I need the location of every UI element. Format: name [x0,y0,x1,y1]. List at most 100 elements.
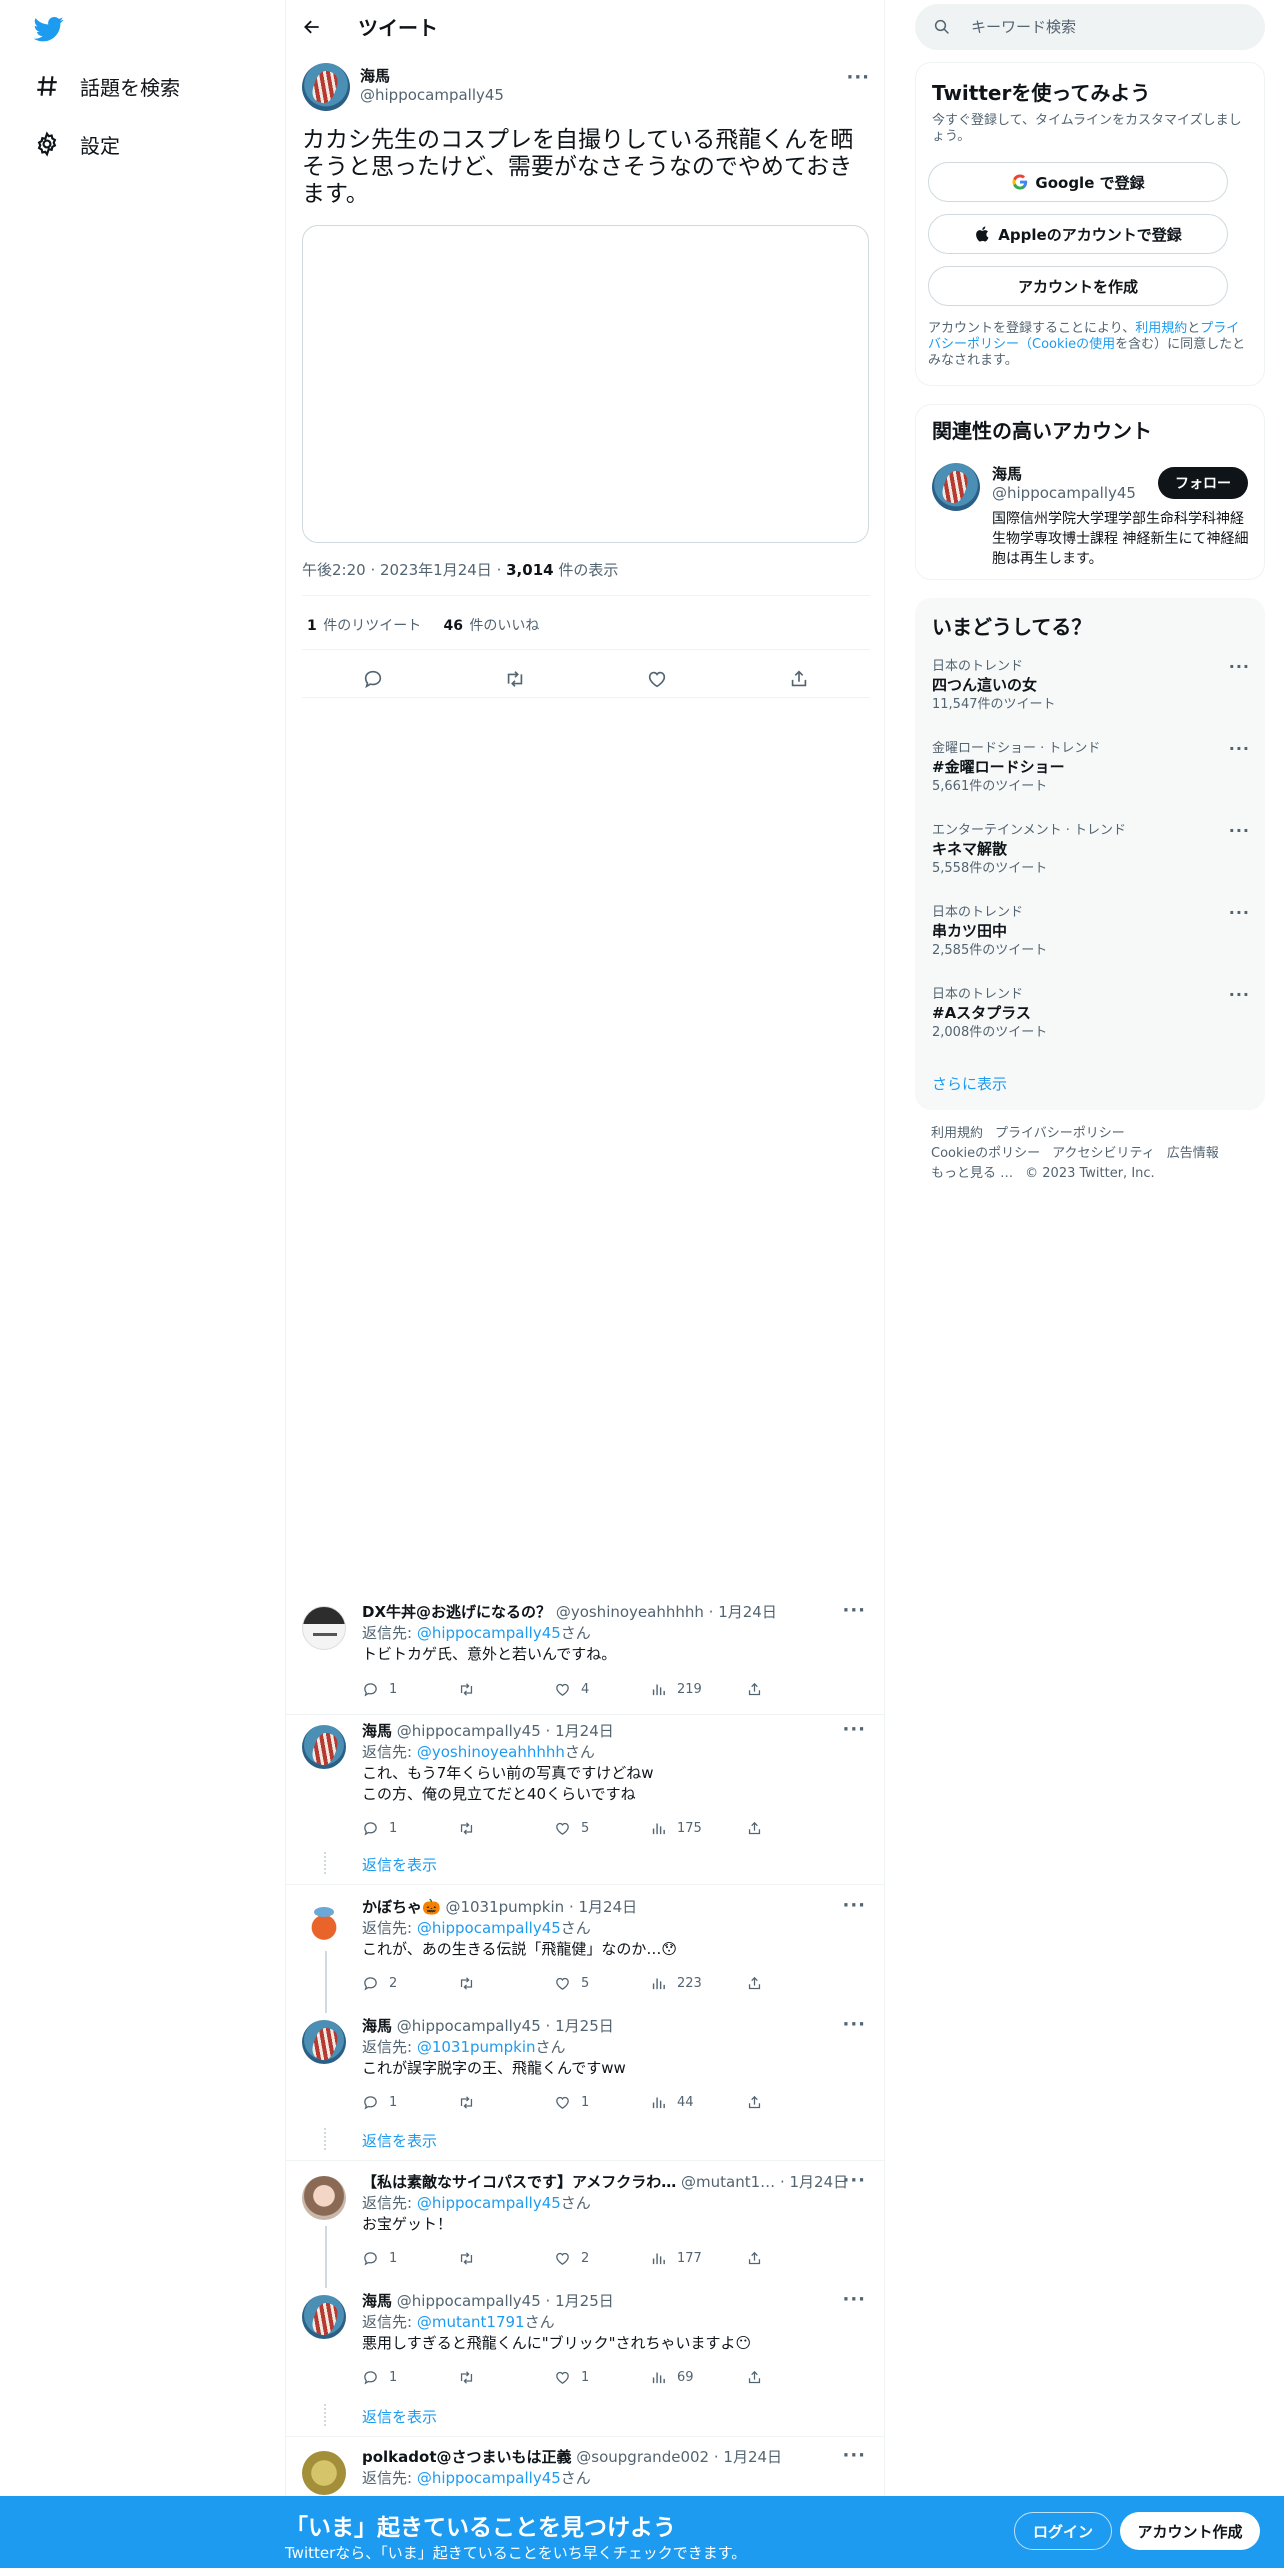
more-options-icon[interactable]: ··· [842,2289,866,2310]
nav-explore[interactable]: 話題を検索 [34,66,180,106]
apple-signup-button[interactable]: Appleのアカウントで登録 [928,214,1228,254]
reply-date[interactable]: 1月25日 [555,2017,614,2035]
avatar[interactable] [302,1725,346,1769]
related-name[interactable]: 海馬 [992,463,1022,484]
show-replies-link[interactable]: 返信を表示 [362,1854,437,1875]
reply-date[interactable]: 1月24日 [555,1722,614,1740]
reply-date[interactable]: 1月25日 [555,2292,614,2310]
share-button[interactable] [746,1820,773,1837]
views-button[interactable]: 69 [650,2369,746,2386]
more-options-icon[interactable]: ··· [1229,657,1250,676]
reply-author-name[interactable]: polkadot@さつまいもは正義 [362,2448,572,2466]
google-signup-button[interactable]: Google で登録 [928,162,1228,202]
reply-to-link[interactable]: @hippocampally45 [417,2469,561,2487]
footer-privacy[interactable]: プライバシーポリシー [995,1126,1125,1141]
trend-item[interactable]: 日本のトレンド #Aスタプラス 2,008件のツイート ··· [932,985,1250,1041]
more-options-icon[interactable]: ··· [842,1600,866,1621]
more-options-icon[interactable]: ··· [842,2170,866,2191]
likes-stat[interactable]: 46 件のいいね [443,618,539,634]
like-button[interactable]: 5 [554,1975,650,1992]
reply-author-handle[interactable]: @mutant1… [681,2173,775,2191]
reply-author-handle[interactable]: @1031pumpkin [445,1898,564,1916]
avatar[interactable] [302,63,350,111]
tweet-author[interactable]: 海馬 @hippocampally45 [302,63,504,111]
avatar[interactable] [302,2176,346,2220]
avatar[interactable] [302,2295,346,2339]
reply-button[interactable]: 1 [362,2250,458,2267]
retweet-button[interactable] [458,1820,554,1837]
like-button[interactable]: 2 [554,2250,650,2267]
retweet-button[interactable] [458,2250,554,2267]
reply-date[interactable]: 1月24日 [579,1898,638,1916]
tweet-date[interactable]: 2023年1月24日 [380,561,492,579]
signup-button[interactable]: アカウント作成 [1120,2512,1260,2550]
reply-button[interactable]: 1 [362,2094,458,2111]
reply-author-name[interactable]: かぼちゃ🎃 [362,1898,441,1916]
author-handle[interactable]: @hippocampally45 [360,85,504,105]
retweet-icon[interactable] [504,668,526,690]
more-options-icon[interactable]: ··· [1229,739,1250,758]
retweet-button[interactable] [458,1975,554,1992]
reply-author-handle[interactable]: @yoshinoyeahhhhh [556,1603,704,1621]
like-icon[interactable] [646,668,668,690]
reply-date[interactable]: 1月24日 [790,2173,849,2191]
tweet-media[interactable] [302,225,869,543]
create-account-button[interactable]: アカウントを作成 [928,266,1228,306]
reply-author-handle[interactable]: @hippocampally45 [397,2017,541,2035]
share-button[interactable] [746,2369,773,2386]
avatar[interactable] [302,1606,346,1650]
search-input[interactable] [971,18,1231,36]
reply-author-handle[interactable]: @hippocampally45 [397,1722,541,1740]
reply-to-link[interactable]: @yoshinoyeahhhhh [417,1743,565,1761]
like-button[interactable]: 1 [554,2369,650,2386]
reply-author-name[interactable]: 海馬 [362,2017,392,2035]
search-box[interactable] [915,4,1265,50]
retweet-button[interactable] [458,2094,554,2111]
reply-author-name[interactable]: 海馬 [362,2292,392,2310]
retweets-stat[interactable]: 1 件のリツイート [307,618,421,634]
views-button[interactable]: 219 [650,1681,746,1698]
author-name[interactable]: 海馬 [360,67,504,85]
reply-to-link[interactable]: @1031pumpkin [417,2038,536,2056]
share-button[interactable] [746,1681,773,1698]
share-button[interactable] [746,2250,773,2267]
back-arrow-icon[interactable] [302,17,322,37]
trend-item[interactable]: エンターテインメント · トレンド キネマ解散 5,558件のツイート ··· [932,821,1250,877]
like-button[interactable]: 4 [554,1681,650,1698]
reply-button[interactable]: 2 [362,1975,458,1992]
reply-button[interactable]: 1 [362,1820,458,1837]
reply-button[interactable]: 1 [362,2369,458,2386]
footer-terms[interactable]: 利用規約 [931,1126,983,1141]
trend-item[interactable]: 金曜ロードショー · トレンド #金曜ロードショー 5,661件のツイート ··… [932,739,1250,795]
login-button[interactable]: ログイン [1014,2512,1112,2550]
avatar[interactable] [302,1901,346,1945]
reply-author-handle[interactable]: @soupgrande002 [576,2448,709,2466]
reply-button[interactable]: 1 [362,1681,458,1698]
avatar[interactable] [302,2020,346,2064]
reply-author-name[interactable]: DX牛丼@お逃げになるの？ [362,1603,551,1621]
reply-to-link[interactable]: @hippocampally45 [417,1624,561,1642]
trend-item[interactable]: 日本のトレンド 串カツ田中 2,585件のツイート ··· [932,903,1250,959]
show-replies-link[interactable]: 返信を表示 [362,2406,437,2427]
reply-icon[interactable] [362,668,384,690]
trend-item[interactable]: 日本のトレンド 四つん這いの女 11,547件のツイート ··· [932,657,1250,713]
more-options-icon[interactable]: ··· [842,2014,866,2035]
tweet-time[interactable]: 午後2:20 [302,561,366,579]
related-handle[interactable]: @hippocampally45 [992,484,1136,502]
more-options-icon[interactable]: ··· [1229,821,1250,840]
views-button[interactable]: 175 [650,1820,746,1837]
avatar[interactable] [302,2451,346,2495]
reply-date[interactable]: 1月24日 [718,1603,777,1621]
show-replies-link[interactable]: 返信を表示 [362,2130,437,2151]
views-button[interactable]: 177 [650,2250,746,2267]
more-options-icon[interactable]: ··· [846,67,870,88]
share-button[interactable] [746,2094,773,2111]
reply-author-name[interactable]: 【私は素敵なサイコパスです】アメフクラわ… [362,2173,676,2191]
more-options-icon[interactable]: ··· [1229,985,1250,1004]
twitter-logo-icon[interactable] [32,14,66,44]
share-icon[interactable] [788,668,810,690]
nav-settings[interactable]: 設定 [34,124,120,164]
more-options-icon[interactable]: ··· [1229,903,1250,922]
footer-more[interactable]: もっと見る … [931,1166,1013,1181]
footer-cookie[interactable]: Cookieのポリシー [931,1146,1040,1161]
